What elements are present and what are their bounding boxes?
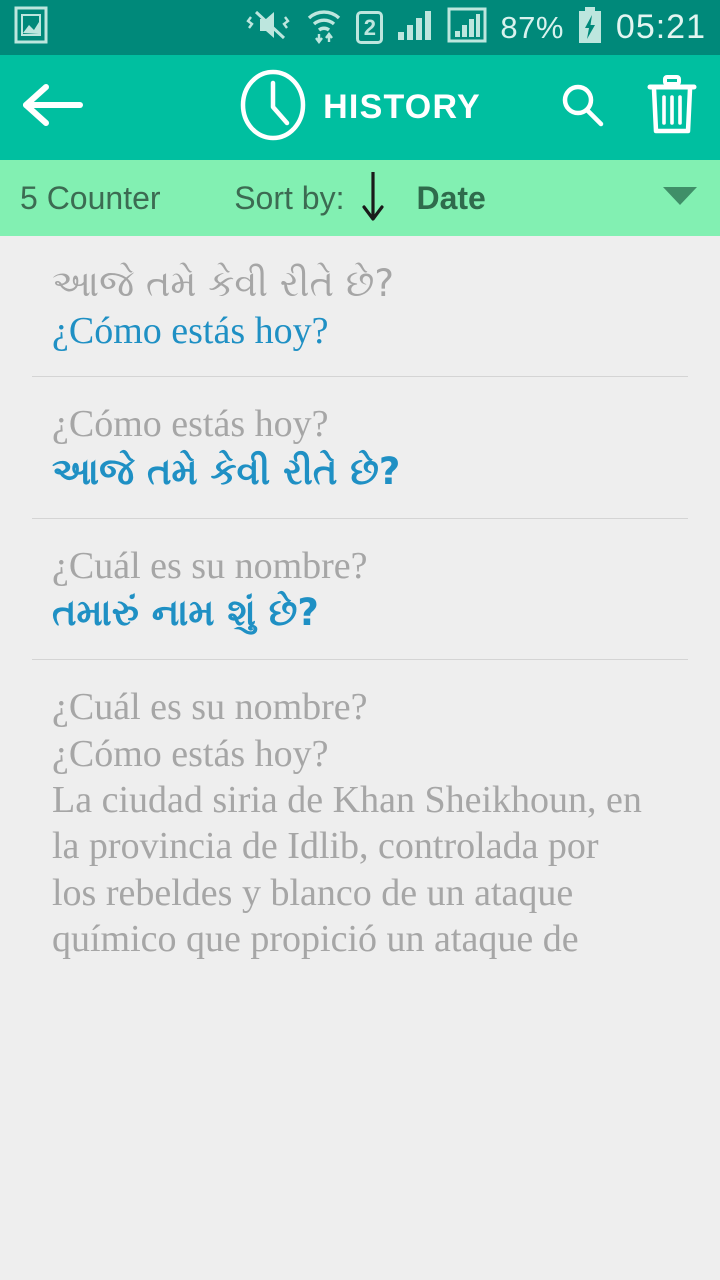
history-source-text: La ciudad siria de Khan Sheikhoun, en (52, 779, 642, 822)
battery-charging-icon (577, 6, 603, 49)
history-source-text: આજે તમે કેવી રીતે છે? (52, 262, 394, 305)
list-item[interactable]: આજે તમે કેવી રીતે છે? ¿Cómo estás hoy? (0, 236, 720, 376)
history-source-text: los rebeldes y blanco de un ataque (52, 871, 574, 914)
sort-dropdown-button[interactable] (660, 183, 700, 214)
history-target-text: ¿Cómo estás hoy? (52, 310, 329, 353)
history-target-text: તમારું નામ શું છે? (52, 591, 319, 635)
back-button[interactable] (22, 82, 94, 133)
status-clock: 05:21 (615, 8, 706, 46)
search-icon (558, 84, 606, 133)
sort-value-label: Date (416, 179, 486, 216)
app-bar-actions (558, 75, 698, 140)
history-source-text: ¿Cuál es su nombre? (52, 686, 368, 729)
history-source-text: ¿Cómo estás hoy? (52, 732, 329, 775)
history-source-text: químico que propició un ataque de (52, 918, 579, 961)
app-bar: HISTORY (0, 55, 720, 160)
sim2-icon: 2 (356, 11, 384, 44)
chevron-down-icon (660, 186, 700, 213)
status-bar-left (14, 5, 48, 50)
clock-icon (239, 69, 307, 146)
list-item[interactable]: ¿Cómo estás hoy? આજે તમે કેવી રીતે છે? (0, 377, 720, 517)
sort-bar: 5 Counter Sort by: Date (0, 160, 720, 236)
app-screen: 2 87% 05:21 HISTORY 5 Counter Sort by: D… (0, 0, 720, 1280)
signal-icon (396, 8, 434, 47)
list-item[interactable]: ¿Cuál es su nombre? તમારું નામ શું છે? (0, 519, 720, 659)
battery-percent-label: 87% (500, 9, 564, 45)
image-icon (14, 5, 48, 50)
mute-vibrate-icon (246, 7, 292, 48)
back-arrow-icon (22, 82, 84, 133)
delete-history-button[interactable] (646, 75, 698, 140)
status-bar: 2 87% 05:21 (0, 0, 720, 55)
search-button[interactable] (558, 81, 606, 134)
history-source-text: ¿Cómo estás hoy? (52, 403, 329, 446)
history-source-text: ¿Cuál es su nombre? (52, 544, 368, 587)
arrow-down-icon[interactable] (358, 169, 388, 228)
list-item[interactable]: ¿Cuál es su nombre? ¿Cómo estás hoy? La … (0, 660, 720, 984)
history-target-text: આજે તમે કેવી રીતે છે? (52, 449, 401, 493)
trash-icon (646, 75, 698, 139)
wifi-icon (305, 6, 343, 49)
page-title: HISTORY (323, 88, 481, 126)
history-source-text: la provincia de Idlib, controlada por (52, 825, 599, 868)
history-list[interactable]: આજે તમે કેવી રીતે છે? ¿Cómo estás hoy? ¿… (0, 236, 720, 1280)
sort-control[interactable]: Sort by: Date (0, 169, 720, 228)
status-bar-right: 2 87% 05:21 (246, 6, 706, 49)
signal2-icon (447, 6, 487, 49)
sort-by-label: Sort by: (234, 179, 345, 216)
